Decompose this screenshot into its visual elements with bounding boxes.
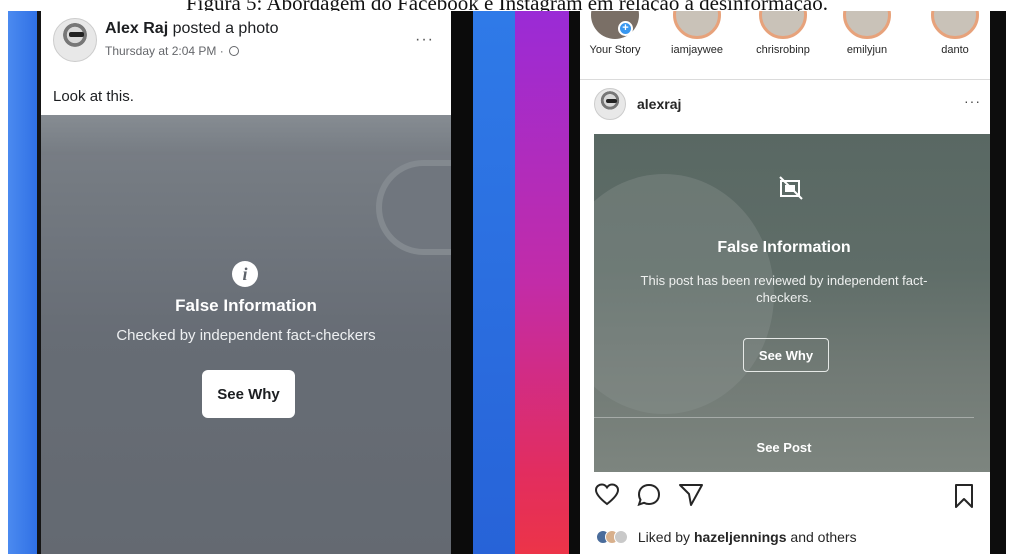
overlay-divider <box>594 417 974 418</box>
stories-divider <box>580 79 990 80</box>
info-icon: i <box>232 261 258 287</box>
screenshot-stage: Alex Raj posted a photo Thursday at 2:04… <box>8 11 1006 554</box>
facebook-post: Alex Raj posted a photo Thursday at 2:04… <box>41 11 451 554</box>
story-label: chrisrobinp <box>756 44 810 56</box>
liked-suffix[interactable]: and others <box>790 529 856 545</box>
story-label: iamjaywee <box>671 44 723 56</box>
facebook-avatar[interactable] <box>53 18 97 62</box>
facebook-author-name[interactable]: Alex Raj <box>105 20 168 37</box>
story-avatar <box>843 11 891 39</box>
bookmark-icon[interactable] <box>953 483 975 509</box>
facebook-post-action: posted a photo <box>172 20 279 37</box>
story-your-story[interactable]: + Your Story <box>580 11 650 56</box>
likes-summary: Liked by hazeljennings and others <box>596 529 857 545</box>
liked-avatars <box>596 530 630 544</box>
story-label: emilyjun <box>846 44 888 56</box>
more-icon[interactable]: ··· <box>964 93 981 109</box>
see-post-button[interactable]: See Post <box>594 440 974 455</box>
facebook-covered-photo: i False Information Checked by independe… <box>41 115 451 554</box>
story-emilyjun[interactable]: emilyjun <box>832 11 902 56</box>
add-story-icon[interactable]: + <box>618 21 633 36</box>
facebook-phone-edge <box>8 11 41 554</box>
hidden-image-icon <box>779 176 803 200</box>
more-icon[interactable]: ··· <box>415 31 434 49</box>
stories-tray: + Your Story iamjaywee chrisrobinp emily… <box>580 11 990 61</box>
instagram-brand-strip <box>515 11 569 554</box>
instagram-avatar[interactable] <box>594 88 626 120</box>
globe-icon <box>229 46 240 56</box>
story-avatar <box>673 11 721 39</box>
instagram-see-why-button[interactable]: See Why <box>743 338 829 372</box>
facebook-warning-title: False Information <box>175 296 317 315</box>
story-chrisrobinp[interactable]: chrisrobinp <box>748 11 818 56</box>
instagram-phone-bezel-right <box>990 11 1006 554</box>
instagram-warning-title: False Information <box>717 239 851 256</box>
facebook-warning-subtitle: Checked by independent fact-checkers <box>116 327 376 344</box>
comment-icon[interactable] <box>636 483 662 507</box>
facebook-see-why-button[interactable]: See Why <box>202 370 295 418</box>
post-actions-bar <box>580 483 990 513</box>
instagram-username[interactable]: alexraj <box>637 96 681 112</box>
story-iamjaywee[interactable]: iamjaywee <box>662 11 732 56</box>
story-avatar <box>759 11 807 39</box>
story-danto[interactable]: danto <box>920 11 990 56</box>
liked-user[interactable]: hazeljennings <box>694 529 787 545</box>
figure-caption: Figura 5: Abordagem do Facebook e Instag… <box>0 0 1014 11</box>
facebook-timestamp: Thursday at 2:04 PM · <box>105 44 240 58</box>
facebook-post-text: Look at this. <box>53 88 134 105</box>
heart-icon[interactable] <box>594 483 620 507</box>
facebook-phone-bezel <box>451 11 473 554</box>
instagram-phone-bezel-left <box>569 11 580 554</box>
liked-prefix: Liked by <box>637 529 691 545</box>
instagram-covered-photo: False Information This post has been rev… <box>594 134 990 472</box>
facebook-brand-strip <box>473 11 515 554</box>
story-label: danto <box>941 44 969 56</box>
share-icon[interactable] <box>678 483 704 507</box>
facebook-post-header: Alex Raj posted a photo <box>105 20 278 38</box>
facebook-timestamp-text[interactable]: Thursday at 2:04 PM · <box>105 44 224 58</box>
story-label: Your Story <box>589 44 641 56</box>
instagram-warning-subtitle: This post has been reviewed by independe… <box>640 273 928 305</box>
instagram-post: + Your Story iamjaywee chrisrobinp emily… <box>580 11 990 554</box>
story-avatar <box>931 11 979 39</box>
